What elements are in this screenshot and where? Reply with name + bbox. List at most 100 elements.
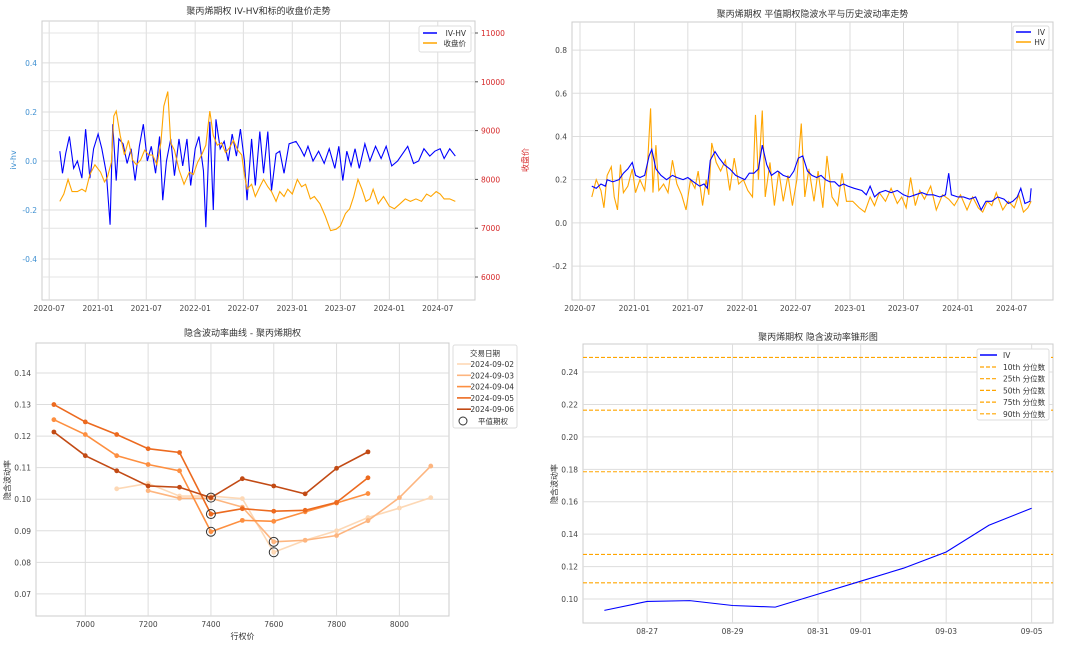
legend-label: 2024-09-06 — [470, 405, 514, 414]
x-axis-label: 行权价 — [231, 631, 255, 641]
y-tick-label: 0.20 — [561, 433, 578, 442]
y-tick-label: 0.2 — [25, 108, 37, 117]
y-tick-label: 0.10 — [561, 595, 578, 604]
data-point — [271, 539, 277, 545]
x-tick-label: 2022-01 — [727, 304, 759, 313]
y-tick-label: -0.4 — [22, 255, 37, 264]
x-tick-label: 2023-01 — [277, 304, 309, 313]
y2-tick-label: 9000 — [481, 127, 500, 136]
legend-label: 收盘价 — [444, 38, 467, 48]
figure: 2020-07 2021-01 2021-07 2022-01 2022-07 2023-… — [2, 5, 1054, 641]
chart-iv-hv-price: 2020-07 2021-01 2021-07 2022-01 2022-07 2023-… — [9, 5, 530, 313]
chart-atm-iv-hv: 2020-07 2021-01 2021-07 2022-01 2022-07 2023-… — [552, 8, 1054, 313]
data-point — [271, 549, 277, 555]
x-tick-label: 8000 — [390, 620, 409, 629]
y2-tick-label: 11000 — [481, 29, 505, 38]
data-point — [239, 506, 245, 512]
data-point — [365, 475, 371, 481]
y-tick-label: 0.0 — [555, 219, 567, 228]
legend-label: IV — [1038, 28, 1046, 37]
data-point — [334, 465, 339, 471]
x-tick-label: 2020-07 — [34, 304, 66, 313]
x-tick-label: 7400 — [201, 620, 220, 629]
legend-label: 90th 分位数 — [1003, 409, 1046, 419]
y-tick-label: 0.8 — [555, 46, 567, 55]
x-tick-label: 2024-07 — [422, 304, 454, 313]
x-tick-label: 2022-07 — [780, 304, 812, 313]
chart-title: 聚丙烯期权 隐含波动率锥形图 — [758, 331, 878, 343]
data-point — [177, 484, 182, 490]
y-tick-label: 0.4 — [555, 132, 567, 141]
legend: IV 10th 分位数 25th 分位数50th 分位数 75th 分位数 90th 分… — [976, 348, 1050, 421]
x-tick-label: 08-29 — [722, 627, 744, 636]
data-point — [145, 462, 151, 467]
x-tick-label: 2024-07 — [996, 304, 1028, 313]
x-tick-label: 09-01 — [850, 627, 872, 636]
x-tick-label: 08-27 — [636, 627, 658, 636]
y-tick-label: 0.11 — [14, 464, 31, 473]
y2-tick-label: 8000 — [481, 175, 500, 184]
y-axis-label: 隐含波动率 — [2, 460, 12, 500]
y-tick-label: 0.22 — [561, 400, 578, 409]
y-axis-label: iv-hv — [9, 150, 18, 170]
legend-label: 2024-09-04 — [470, 383, 514, 392]
legend-label: 2024-09-03 — [470, 371, 514, 380]
y-tick-label: 0.6 — [555, 89, 567, 98]
data-point — [239, 476, 245, 482]
x-tick-label: 7600 — [264, 620, 283, 629]
data-point — [334, 533, 339, 538]
data-point — [428, 463, 434, 469]
legend: IVHV — [1012, 25, 1050, 51]
x-tick-label: 2021-01 — [82, 304, 114, 313]
data-point — [428, 495, 434, 501]
legend-label: 25th 分位数 — [1003, 374, 1046, 384]
y-tick-label: 0.08 — [14, 558, 31, 567]
x-tick-label: 2024-01 — [374, 304, 406, 313]
legend-label: 75th 分位数 — [1003, 397, 1046, 407]
data-point — [114, 432, 120, 437]
data-point — [208, 529, 214, 535]
y-axis-label: 隐含波动率 — [549, 464, 559, 504]
data-point — [302, 537, 308, 543]
data-point — [177, 495, 182, 501]
y2-tick-label: 10000 — [481, 78, 505, 87]
data-point — [114, 468, 120, 474]
x-tick-label: 2020-07 — [564, 304, 596, 313]
x-tick-label: 2021-07 — [672, 304, 704, 313]
plot-area — [571, 21, 1054, 301]
y-tick-label: 0.10 — [14, 495, 31, 504]
data-point — [82, 453, 88, 459]
x-tick-label: 7800 — [327, 620, 346, 629]
data-point — [396, 505, 402, 511]
y-tick-label: 0.14 — [14, 369, 31, 378]
chart-title: 聚丙烯期权 平值期权隐波水平与历史波动率走势 — [717, 8, 909, 20]
legend-label: HV — [1034, 38, 1046, 47]
y-tick-label: 0.13 — [14, 401, 31, 410]
data-point — [302, 491, 308, 497]
y-tick-label: 0.16 — [561, 498, 578, 507]
data-point — [334, 528, 339, 534]
y-tick-label: 0.2 — [555, 176, 567, 185]
legend: 交易日期 2024-09-02 2024-09-03 2024-09-04 2024-0… — [452, 344, 518, 429]
data-point — [177, 450, 182, 455]
y-tick-label: -0.2 — [552, 262, 567, 271]
x-tick-label: 2022-01 — [180, 304, 212, 313]
data-point — [51, 402, 57, 407]
y-tick-label: 0.09 — [14, 527, 31, 536]
data-point — [114, 486, 120, 492]
data-point — [239, 517, 245, 523]
data-point — [396, 495, 402, 501]
y-tick-label: 0.24 — [561, 368, 578, 377]
y-tick-label: -0.2 — [22, 206, 37, 215]
data-point — [177, 468, 182, 474]
y-tick-label: 0.14 — [561, 530, 578, 539]
data-point — [208, 511, 214, 517]
data-point — [145, 446, 151, 452]
data-point — [145, 483, 151, 489]
y-tick-label: 0.0 — [25, 157, 37, 166]
x-tick-label: 2021-01 — [619, 304, 651, 313]
x-tick-label: 7200 — [139, 620, 158, 629]
y2-tick-label: 7000 — [481, 224, 500, 233]
data-point — [365, 491, 371, 496]
data-point — [51, 417, 57, 423]
